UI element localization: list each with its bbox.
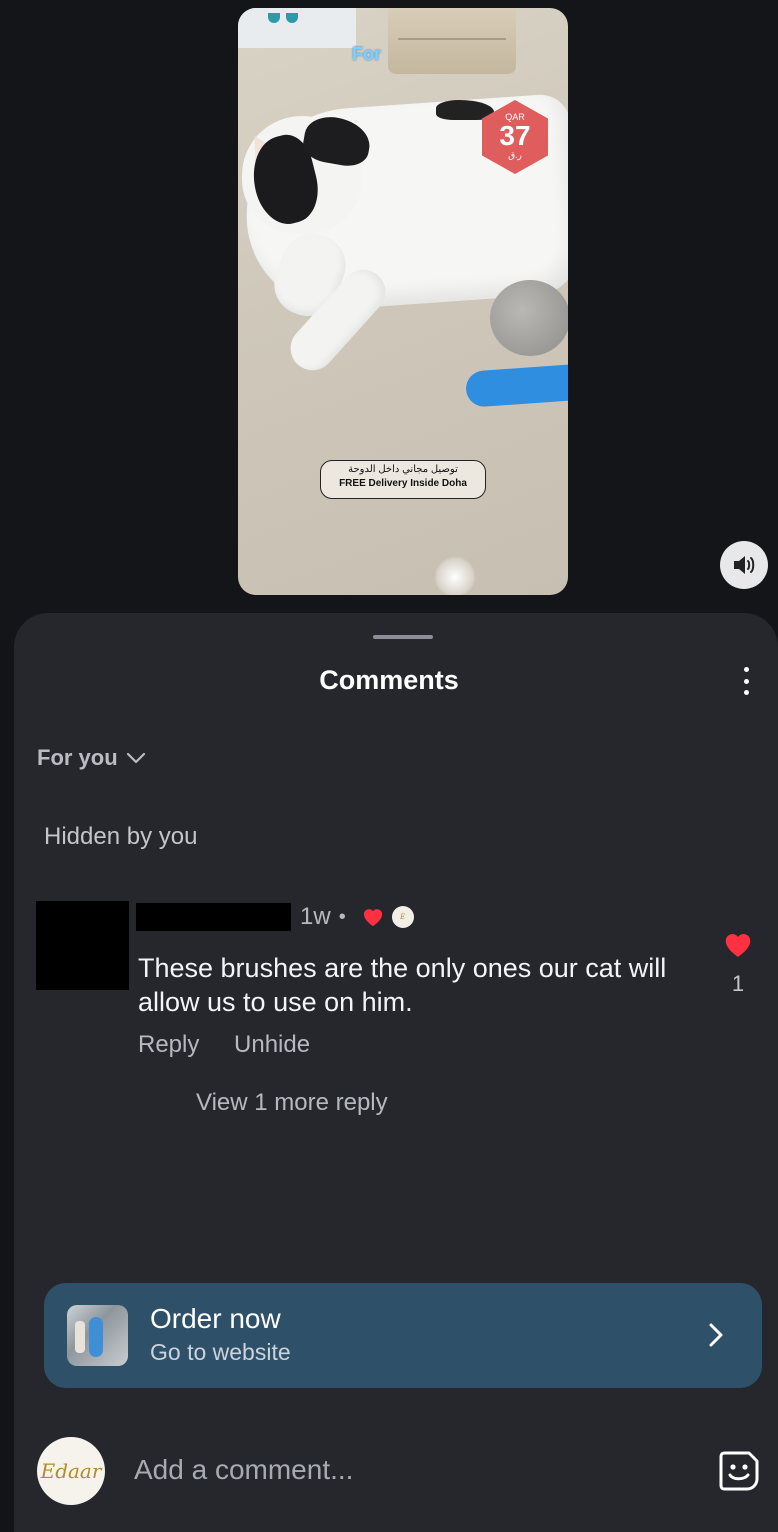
order-title: Order now xyxy=(150,1303,281,1334)
heart-icon xyxy=(363,909,382,927)
comment-filter-dropdown[interactable]: For you xyxy=(37,745,146,771)
view-more-replies-link[interactable]: View 1 more reply xyxy=(196,1089,388,1117)
unhide-button[interactable]: Unhide xyxy=(234,1031,310,1058)
brush-image xyxy=(464,364,568,408)
current-user-avatar[interactable]: Edaar xyxy=(37,1437,105,1505)
fur-ball-image xyxy=(490,280,568,356)
video-background-objects xyxy=(268,10,310,23)
kebab-menu-icon[interactable] xyxy=(734,663,758,699)
price-currency-arabic: ر.ق xyxy=(508,150,522,160)
reel-video[interactable]: For QAR 37 ر.ق توصيل مجاني داخل الدوحة F… xyxy=(238,8,568,595)
sheet-title: Comments xyxy=(319,665,459,695)
order-subtitle: Go to website xyxy=(150,1339,291,1365)
comment-time: 1w xyxy=(300,903,331,930)
delivery-text-arabic: توصيل مجاني داخل الدوحة xyxy=(348,464,458,475)
chevron-down-icon xyxy=(126,752,145,764)
delivery-banner: توصيل مجاني داخل الدوحة FREE Delivery In… xyxy=(320,460,486,499)
video-area: For QAR 37 ر.ق توصيل مجاني داخل الدوحة F… xyxy=(0,0,778,640)
video-background-basket xyxy=(388,8,516,74)
delivery-text-english: FREE Delivery Inside Doha xyxy=(339,478,467,489)
commenter-avatar-redacted[interactable] xyxy=(36,901,129,990)
video-caption-top: For xyxy=(352,44,381,64)
chevron-right-icon xyxy=(709,1323,723,1347)
comment-like[interactable]: 1 xyxy=(722,931,754,997)
filter-label: For you xyxy=(37,745,118,770)
separator-dot: • xyxy=(338,905,346,928)
heart-icon[interactable] xyxy=(723,931,753,958)
price-amount: 37 xyxy=(499,120,531,151)
creator-liked-avatar: E xyxy=(391,906,414,928)
comment-actions: Reply Unhide xyxy=(138,1031,338,1059)
comment-text: These brushes are the only ones our cat … xyxy=(138,953,667,1017)
sound-toggle-button[interactable] xyxy=(720,541,768,589)
order-now-banner[interactable]: Order now Go to website xyxy=(44,1283,762,1388)
speaker-icon xyxy=(734,556,755,574)
sheet-drag-handle[interactable] xyxy=(373,635,433,639)
product-thumbnail xyxy=(67,1305,128,1366)
comments-sheet: Comments For you Hidden by you 1w • E Th… xyxy=(14,613,778,1532)
like-count: 1 xyxy=(731,971,745,996)
sticker-icon[interactable] xyxy=(717,1449,761,1493)
avatar-logo-text: Edaar xyxy=(40,1459,102,1483)
reply-button[interactable]: Reply xyxy=(138,1031,199,1058)
light-glare xyxy=(434,556,476,595)
commenter-name-redacted[interactable] xyxy=(136,903,291,931)
comment-input[interactable] xyxy=(132,1449,676,1491)
hidden-section-label: Hidden by you xyxy=(44,823,198,850)
comment-meta: 1w • E xyxy=(300,903,414,931)
